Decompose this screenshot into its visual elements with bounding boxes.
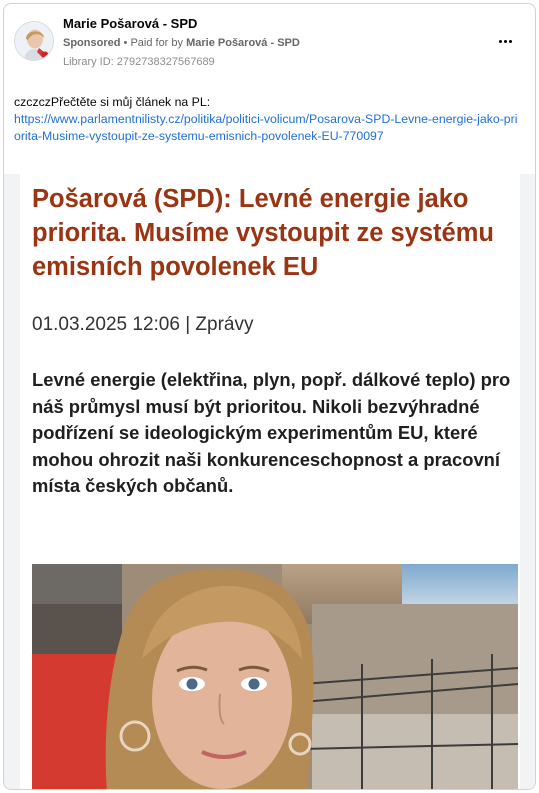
sponsored-label: Sponsored (63, 37, 121, 49)
paid-for-prefix: Paid for by (130, 37, 184, 49)
paid-for-name[interactable]: Marie Pošarová - SPD (186, 37, 300, 49)
article-preview-image[interactable]: Pošarová (SPD): Levné energie jako prior… (20, 174, 520, 789)
post-header: Marie Pošarová - SPD Sponsored • Paid fo… (4, 4, 535, 84)
article-dateline: 01.03.2025 12:06 | Zprávy (32, 314, 254, 335)
article-photo (32, 564, 518, 789)
more-horizontal-icon (503, 39, 507, 43)
post-intro: czczczPřečtěte si můj článek na PL: (14, 95, 211, 109)
article-lead: Levné energie (elektřina, plyn, popř. dá… (32, 369, 511, 496)
sponsored-line: Sponsored • Paid for by Marie Pošarová -… (63, 37, 300, 49)
article-headline: Pošarová (SPD): Levné energie jako prior… (32, 185, 494, 281)
image-margin-right (520, 174, 535, 789)
more-options-button[interactable] (494, 32, 516, 50)
avatar[interactable] (14, 21, 54, 61)
library-id: Library ID: 2792738327567689 (63, 56, 215, 68)
post-text: czczczPřečtěte si můj článek na PL: http… (14, 94, 519, 145)
more-horizontal-icon (498, 39, 502, 43)
article-link[interactable]: https://www.parlamentnilisty.cz/politika… (14, 112, 517, 143)
image-margin-left (4, 174, 20, 789)
page-name[interactable]: Marie Pošarová - SPD (63, 16, 197, 31)
more-horizontal-icon (508, 39, 512, 43)
ad-card: Marie Pošarová - SPD Sponsored • Paid fo… (3, 3, 536, 790)
